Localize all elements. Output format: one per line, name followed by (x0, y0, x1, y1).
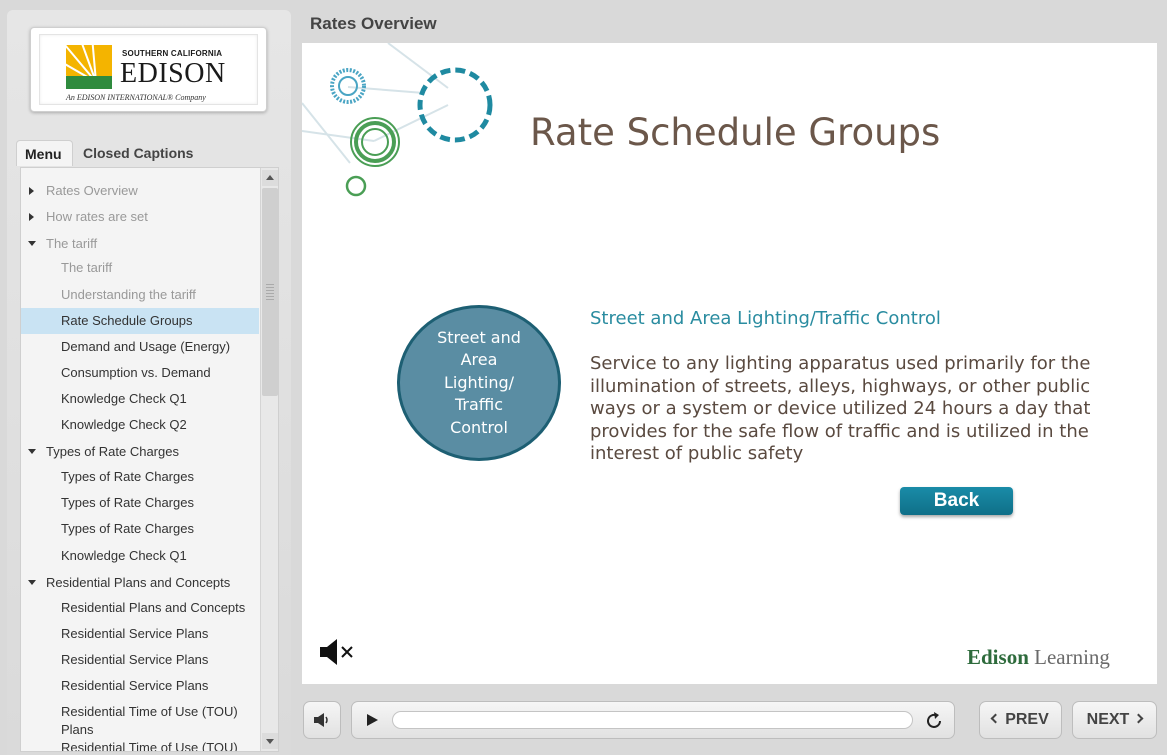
menu-item-label: Residential Service Plans (61, 626, 209, 641)
brand-light: Learning (1034, 645, 1110, 669)
page-title: Rates Overview (310, 14, 437, 33)
menu-item-label: Knowledge Check Q2 (61, 417, 187, 432)
triangle-down-icon[interactable] (28, 241, 36, 246)
logo-tagline: An EDISON INTERNATIONAL® Company (66, 93, 206, 102)
menu-item[interactable]: Knowledge Check Q2 (21, 412, 259, 438)
category-heading: Street and Area Lighting/Traffic Control (590, 308, 941, 329)
menu-item-label: Consumption vs. Demand (61, 365, 211, 380)
menu-item-label: Demand and Usage (Energy) (61, 339, 231, 354)
menu-item[interactable]: Understanding the tariff (21, 282, 259, 308)
menu-item[interactable]: Residential Service Plans (21, 647, 259, 673)
menu-item[interactable]: Rate Schedule Groups (21, 308, 259, 334)
prev-label: PREV (1005, 711, 1049, 728)
edison-learning-brand: Edison Learning (967, 645, 1110, 670)
menu-item[interactable]: Knowledge Check Q1 (21, 386, 259, 412)
menu-item[interactable]: Types of Rate Charges (21, 516, 259, 542)
menu-item[interactable]: Types of Rate Charges (21, 490, 259, 516)
scroll-up-button[interactable] (262, 170, 278, 186)
chevron-right-icon (1133, 713, 1144, 724)
category-circle: Street and Area Lighting/ Traffic Contro… (397, 305, 561, 461)
triangle-down-icon[interactable] (28, 449, 36, 454)
next-label: NEXT (1086, 711, 1130, 728)
menu-item-label: Types of Rate Charges (61, 521, 194, 536)
menu-item[interactable]: Rates Overview (21, 178, 259, 204)
menu-item[interactable]: Consumption vs. Demand (21, 360, 259, 386)
scroll-thumb[interactable] (262, 188, 278, 396)
logo: SOUTHERN CALIFORNIA EDISON An EDISON INT… (30, 27, 267, 112)
menu-item-label: Types of Rate Charges (61, 469, 194, 484)
menu-item-label: The tariff (46, 236, 98, 251)
menu-item-label: Rate Schedule Groups (61, 313, 193, 328)
muted-speaker-icon[interactable] (318, 637, 358, 667)
chevron-left-icon (990, 713, 1001, 724)
logo-frame: SOUTHERN CALIFORNIA EDISON An EDISON INT… (39, 34, 258, 105)
menu-item-label: Residential Time of Use (TOU) Plans (61, 704, 238, 737)
category-description: Service to any lighting apparatus used p… (590, 353, 1091, 464)
menu-item-label: Rates Overview (46, 183, 138, 198)
scroll-down-button[interactable] (262, 733, 278, 749)
speaker-icon (314, 713, 328, 727)
menu-item[interactable]: Demand and Usage (Energy) (21, 334, 259, 360)
menu-item[interactable]: Residential Time of Use (TOU) (21, 735, 259, 752)
menu-item-label: Types of Rate Charges (46, 444, 179, 459)
menu-item-label: How rates are set (46, 209, 148, 224)
progress-track[interactable] (392, 711, 913, 729)
menu-item[interactable]: Residential Plans and Concepts (21, 570, 259, 596)
triangle-right-icon[interactable] (29, 213, 34, 221)
back-button[interactable]: Back (900, 487, 1013, 515)
menu-item-label: Understanding the tariff (61, 287, 196, 302)
left-panel: SOUTHERN CALIFORNIA EDISON An EDISON INT… (7, 10, 291, 755)
logo-name: EDISON (120, 58, 226, 89)
menu-list: Rates Overview How rates are set The tarif… (20, 167, 279, 752)
tab-menu[interactable]: Menu (16, 140, 73, 166)
menu-item[interactable]: Types of Rate Charges (21, 464, 259, 490)
menu-item-label: The tariff (61, 260, 113, 275)
brand-bold: Edison (967, 645, 1029, 669)
menu-item-label: Residential Plans and Concepts (46, 575, 231, 590)
sun-logo-icon (66, 45, 112, 89)
circle-label: Street and Area Lighting/ Traffic Contro… (437, 327, 521, 437)
menu-item[interactable]: Types of Rate Charges (21, 439, 259, 465)
replay-icon[interactable] (923, 710, 945, 732)
triangle-down-icon[interactable] (28, 580, 36, 585)
play-icon[interactable] (364, 712, 380, 728)
menu-item-label: Knowledge Check Q1 (61, 548, 187, 563)
menu-item-label: Knowledge Check Q1 (61, 391, 187, 406)
triangle-right-icon[interactable] (29, 187, 34, 195)
prev-button[interactable]: PREV (979, 701, 1062, 739)
decorative-circles-icon (302, 43, 493, 197)
logo-top-line: SOUTHERN CALIFORNIA (122, 49, 223, 58)
next-button[interactable]: NEXT (1072, 701, 1157, 739)
slide-area: Rate Schedule Groups Street and Area Lig… (302, 43, 1157, 684)
menu-item[interactable]: The tariff (21, 231, 259, 257)
playback-bar (351, 701, 955, 739)
menu-item[interactable]: Residential Service Plans (21, 621, 259, 647)
menu-item-label: Residential Time of Use (TOU) (61, 740, 238, 752)
tab-closed-captions[interactable]: Closed Captions (75, 140, 215, 166)
menu-item-label: Residential Service Plans (61, 678, 209, 693)
volume-button[interactable] (303, 701, 341, 739)
menu-item[interactable]: How rates are set (21, 204, 259, 230)
menu-item-label: Types of Rate Charges (61, 495, 194, 510)
slide-title: Rate Schedule Groups (530, 111, 941, 154)
menu-item-label: Residential Service Plans (61, 652, 209, 667)
menu-item[interactable]: Knowledge Check Q1 (21, 543, 259, 569)
menu-item[interactable]: Residential Plans and Concepts (21, 595, 259, 621)
menu-item-label: Residential Plans and Concepts (61, 600, 246, 615)
menu-item[interactable]: Residential Service Plans (21, 673, 259, 699)
menu-item[interactable]: The tariff (21, 255, 259, 281)
menu-scrollbar[interactable] (260, 168, 278, 751)
